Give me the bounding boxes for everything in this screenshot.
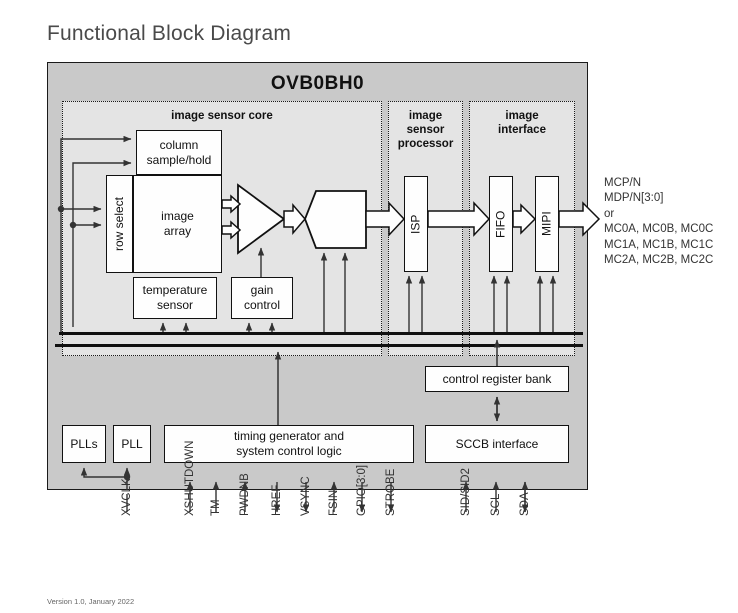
output-line: MDP/N[3:0] [604,192,664,205]
output-line: MC0A, MC0B, MC0C [604,223,714,236]
block-fifo[interactable]: FIFO [489,176,513,272]
chip-name-label: OVB0BH0 [270,73,365,94]
block-control-register-bank[interactable]: control register bank [425,366,569,392]
region-image-sensor-core-label: image sensor core [171,110,273,122]
pin-label-vsync: VSYNC [300,476,312,516]
pin-label-xvclk: XVCLK [121,478,133,516]
pin-label-xshutdown: XSHUTDOWN [184,440,196,516]
output-line: MCP/N [604,177,642,189]
region-image-interface-label: image interface [498,110,546,136]
page-title: Functional Block Diagram [47,22,292,45]
pin-label-gpio-3-0-: GPIO[3:0] [356,464,368,516]
pin-label-pwdnb: PWDNB [239,473,251,516]
block-plls[interactable]: PLLs [62,425,106,463]
output-line: or [604,207,615,220]
block-gain-control[interactable]: gain control [231,277,293,319]
pin-label-sid-sid2: SID/SID2 [460,468,472,516]
block-row-select[interactable]: row select [106,175,133,273]
output-line: MC1A, MC1B, MC1C [604,238,714,251]
block-sccb-interface[interactable]: SCCB interface [425,425,569,463]
block-mipi[interactable]: MIPI [535,176,559,272]
block-image-array[interactable]: image array [133,175,222,273]
version-note: Version 1.0, January 2022 [47,597,135,606]
output-signal-labels: MCP/N MDP/N[3:0] or MC0A, MC0B, MC0C MC1… [604,176,713,268]
region-image-interface: image interface [469,101,575,356]
pin-label-tm: TM [210,499,222,516]
block-timing-generator[interactable]: timing generator and system control logi… [164,425,414,463]
pin-label-scl: SCL [490,493,502,516]
block-column-sample-hold[interactable]: column sample/hold [136,130,222,175]
block-temperature-sensor[interactable]: temperature sensor [133,277,217,319]
block-isp[interactable]: ISP [404,176,428,272]
pin-label-sda: SDA [519,492,531,516]
pin-label-href: HREF [271,484,283,516]
pin-label-strobe: STROBE [385,468,397,516]
block-pll[interactable]: PLL [113,425,151,463]
output-line: MC2A, MC2B, MC2C [604,254,714,267]
region-image-sensor-processor-label: image sensor processor [397,110,454,150]
pin-label-fsin: FSIN [328,489,340,516]
